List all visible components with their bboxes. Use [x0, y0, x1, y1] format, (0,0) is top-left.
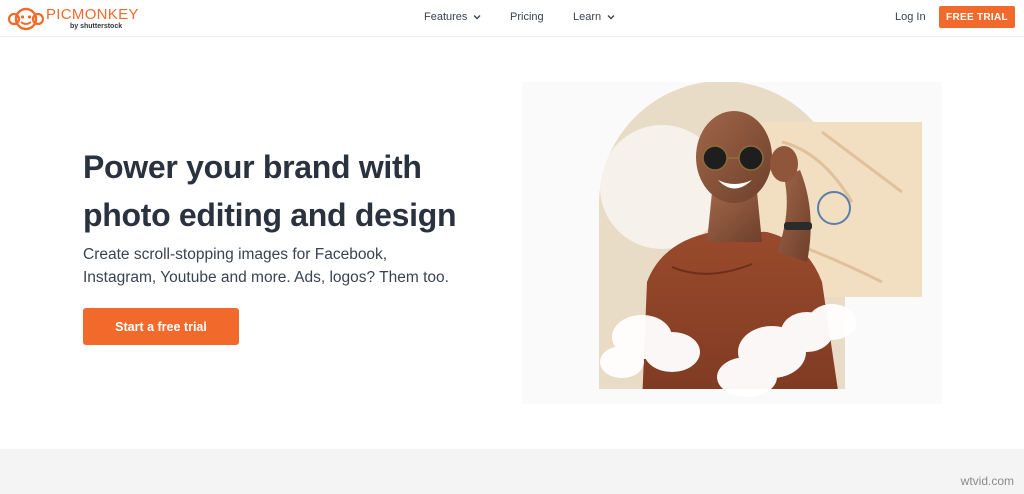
nav-features[interactable]: Features [424, 11, 481, 23]
hero-title-line-1: Power your brand with [83, 149, 422, 185]
nav-learn[interactable]: Learn [573, 11, 615, 23]
chevron-down-icon [473, 15, 481, 20]
next-section-band [0, 449, 1024, 494]
hero-title-line-2: photo editing and design [83, 197, 457, 233]
top-navigation-bar: PICMONKEY by shutterstock Features Prici… [0, 0, 1024, 37]
hero-subtitle-line-2: Instagram, Youtube and more. Ads, logos?… [83, 269, 449, 286]
picmonkey-logo[interactable]: PICMONKEY by shutterstock [8, 4, 138, 34]
login-link[interactable]: Log In [895, 11, 926, 23]
watermark: wtvid.com [960, 474, 1014, 488]
nav-pricing-label: Pricing [510, 11, 544, 23]
nav-pricing[interactable]: Pricing [510, 11, 544, 23]
nav-features-label: Features [424, 11, 468, 23]
brand-byline: by shutterstock [70, 23, 123, 30]
brand-name: PICMONKEY [46, 6, 139, 23]
start-free-trial-button[interactable]: Start a free trial [83, 308, 239, 345]
nav-learn-label: Learn [573, 11, 602, 23]
hero-subtitle: Create scroll-stopping images for Facebo… [83, 243, 463, 289]
hero-image [522, 82, 942, 404]
hero-subtitle-line-1: Create scroll-stopping images for Facebo… [83, 246, 388, 263]
chevron-down-icon [607, 15, 615, 20]
hero-title: Power your brand with photo editing and … [83, 143, 503, 239]
free-trial-button[interactable]: FREE TRIAL [939, 6, 1015, 28]
monkey-logo-icon [8, 7, 44, 31]
